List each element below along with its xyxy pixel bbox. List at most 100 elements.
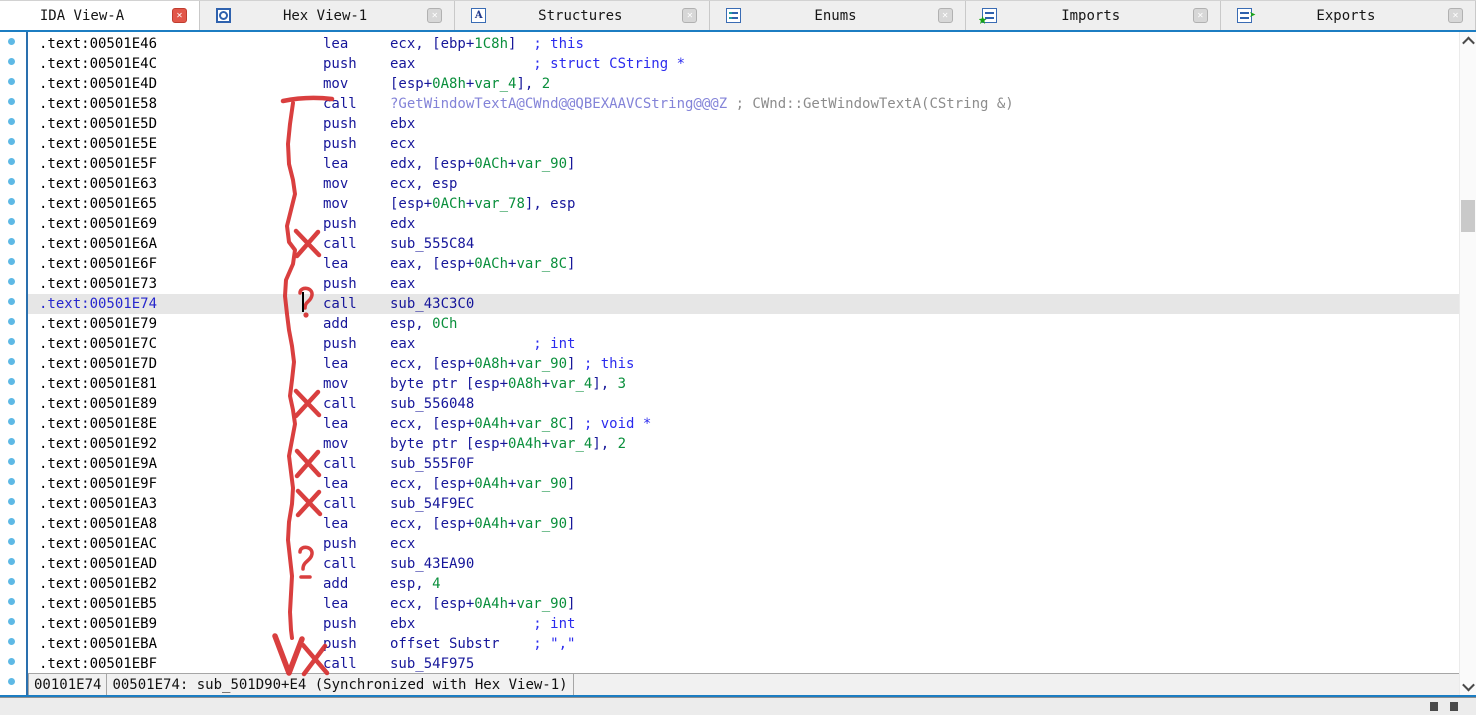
disassembly-row[interactable]: .text:00501EA8leaecx, [esp+0A4h+var_90] [28, 514, 1459, 534]
mnemonic: push [323, 614, 390, 634]
disassembly-row[interactable]: .text:00501E79addesp, 0Ch [28, 314, 1459, 334]
vertical-scrollbar[interactable] [1459, 32, 1476, 695]
mnemonic: mov [323, 434, 390, 454]
disassembly-row[interactable]: .text:00501E6Acallsub_555C84 [28, 234, 1459, 254]
mnemonic: call [323, 394, 390, 414]
close-tab-icon[interactable] [427, 8, 442, 23]
mnemonic: call [323, 234, 390, 254]
address: .text:00501E5F [28, 154, 323, 174]
disassembly-listing[interactable]: .text:00501E46leaecx, [ebp+1C8h] ; this.… [28, 32, 1459, 673]
disassembly-row[interactable]: .text:00501E74callsub_43C3C0 [28, 294, 1459, 314]
disassembly-row[interactable]: .text:00501E9Acallsub_555F0F [28, 454, 1459, 474]
mnemonic: add [323, 574, 390, 594]
comment: ; this [584, 356, 635, 372]
nav-dot [8, 138, 15, 145]
disassembly-row[interactable]: .text:00501EBApushoffset Substr ; "," [28, 634, 1459, 654]
tab-structures[interactable]: Structures [455, 1, 710, 30]
address: .text:00501E5E [28, 134, 323, 154]
ida-view-panel: .text:00501E46leaecx, [ebp+1C8h] ; this.… [0, 30, 1476, 697]
mnemonic: call [323, 554, 390, 574]
operands: byte ptr [esp+0A4h+var_4], 2 [390, 434, 626, 454]
operands: sub_43C3C0 [390, 294, 474, 314]
address: .text:00501E74 [28, 294, 323, 314]
nav-dot [8, 158, 15, 165]
disassembly-row[interactable]: .text:00501E6Fleaeax, [esp+0ACh+var_8C] [28, 254, 1459, 274]
nav-dot [8, 518, 15, 525]
disassembly-row[interactable]: .text:00501E73pusheax [28, 274, 1459, 294]
operands: ecx, [ebp+1C8h] ; this [390, 34, 584, 54]
comment: ; int [533, 616, 575, 632]
nav-dot [8, 198, 15, 205]
operands: offset Substr ; "," [390, 634, 575, 654]
disassembly-row[interactable]: .text:00501E4Cpusheax ; struct CString * [28, 54, 1459, 74]
address: .text:00501E79 [28, 314, 323, 334]
address: .text:00501E92 [28, 434, 323, 454]
scrollbar-up-arrow[interactable] [1460, 32, 1476, 50]
mnemonic: push [323, 214, 390, 234]
nav-dot [8, 298, 15, 305]
address: .text:00501E63 [28, 174, 323, 194]
disassembly-row[interactable]: .text:00501E9Fleaecx, [esp+0A4h+var_90] [28, 474, 1459, 494]
address: .text:00501E4D [28, 74, 323, 94]
mnemonic: call [323, 294, 390, 314]
tab-imports[interactable]: Imports [966, 1, 1221, 30]
operands: sub_555F0F [390, 454, 474, 474]
mnemonic: lea [323, 474, 390, 494]
operands: ?GetWindowTextA@CWnd@@QBEXAAVCString@@@Z… [390, 94, 1014, 114]
disassembly-row[interactable]: .text:00501E92movbyte ptr [esp+0A4h+var_… [28, 434, 1459, 454]
grip-icon [1430, 702, 1438, 711]
tab-ida-view-a[interactable]: IDA View-A [0, 1, 200, 30]
disassembly-row[interactable]: .text:00501EA3callsub_54F9EC [28, 494, 1459, 514]
close-tab-icon[interactable] [172, 8, 187, 23]
nav-dot [8, 638, 15, 645]
disassembly-row[interactable]: .text:00501E7Cpusheax ; int [28, 334, 1459, 354]
tab-label: Structures [486, 8, 674, 24]
disassembly-row[interactable]: .text:00501EB9pushebx ; int [28, 614, 1459, 634]
scrollbar-down-arrow[interactable] [1460, 677, 1476, 695]
disassembly-row[interactable]: .text:00501E5Fleaedx, [esp+0ACh+var_90] [28, 154, 1459, 174]
disassembly-row[interactable]: .text:00501EB2addesp, 4 [28, 574, 1459, 594]
close-tab-icon[interactable] [938, 8, 953, 23]
tab-hex-view-1[interactable]: Hex View-1 [200, 1, 455, 30]
scrollbar-track[interactable] [1460, 50, 1476, 677]
grip-icon [1450, 702, 1458, 711]
disassembly-row[interactable]: .text:00501EB5leaecx, [esp+0A4h+var_90] [28, 594, 1459, 614]
disassembly-row[interactable]: .text:00501E4Dmov[esp+0A8h+var_4], 2 [28, 74, 1459, 94]
disassembly-row[interactable]: .text:00501E65mov[esp+0ACh+var_78], esp [28, 194, 1459, 214]
close-tab-icon[interactable] [1448, 8, 1463, 23]
nav-dot [8, 98, 15, 105]
disassembly-row[interactable]: .text:00501E89callsub_556048 [28, 394, 1459, 414]
operands: esp, 4 [390, 574, 441, 594]
bottom-strip [0, 697, 1476, 715]
mnemonic: push [323, 134, 390, 154]
disassembly-row[interactable]: .text:00501E81movbyte ptr [esp+0A8h+var_… [28, 374, 1459, 394]
address: .text:00501E65 [28, 194, 323, 214]
nav-dot [8, 318, 15, 325]
tab-enums[interactable]: Enums [710, 1, 965, 30]
address: .text:00501EB9 [28, 614, 323, 634]
disassembly-row[interactable]: .text:00501EADcallsub_43EA90 [28, 554, 1459, 574]
disassembly-row[interactable]: .text:00501E63movecx, esp [28, 174, 1459, 194]
operands: edx [390, 214, 415, 234]
address: .text:00501E7C [28, 334, 323, 354]
operands: sub_43EA90 [390, 554, 474, 574]
disassembly-row[interactable]: .text:00501E69pushedx [28, 214, 1459, 234]
close-tab-icon[interactable] [682, 8, 697, 23]
disassembly-row[interactable]: .text:00501EACpushecx [28, 534, 1459, 554]
disassembly-row[interactable]: .text:00501EBFcallsub_54F975 [28, 654, 1459, 673]
disassembly-row[interactable]: .text:00501E58call?GetWindowTextA@CWnd@@… [28, 94, 1459, 114]
disassembly-row[interactable]: .text:00501E5Dpushebx [28, 114, 1459, 134]
comment: ; "," [533, 636, 575, 652]
nav-dot [8, 498, 15, 505]
disassembly-row[interactable]: .text:00501E5Epushecx [28, 134, 1459, 154]
disassembly-row[interactable]: .text:00501E8Eleaecx, [esp+0A4h+var_8C] … [28, 414, 1459, 434]
close-tab-icon[interactable] [1193, 8, 1208, 23]
address: .text:00501E6A [28, 234, 323, 254]
operands: sub_555C84 [390, 234, 474, 254]
scrollbar-thumb[interactable] [1461, 200, 1475, 232]
tab-exports[interactable]: Exports [1221, 1, 1476, 30]
disassembly-row[interactable]: .text:00501E46leaecx, [ebp+1C8h] ; this [28, 34, 1459, 54]
mnemonic: push [323, 54, 390, 74]
nav-dot [8, 658, 15, 665]
disassembly-row[interactable]: .text:00501E7Dleaecx, [esp+0A8h+var_90] … [28, 354, 1459, 374]
